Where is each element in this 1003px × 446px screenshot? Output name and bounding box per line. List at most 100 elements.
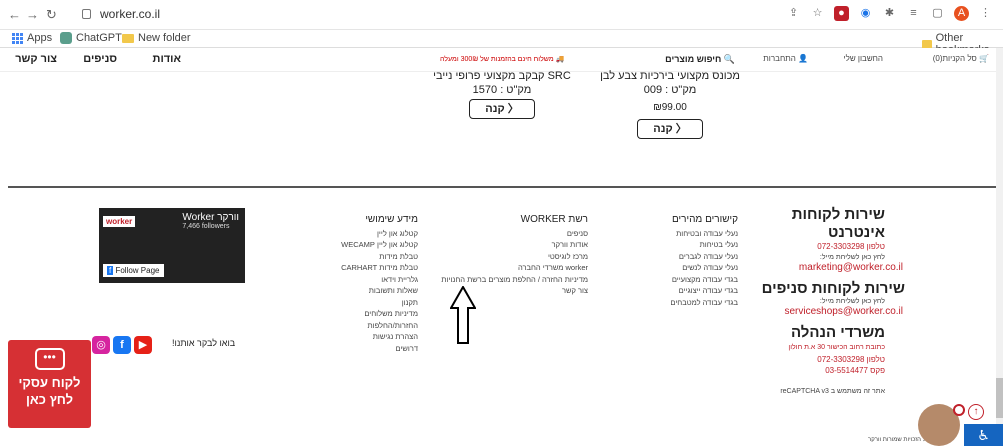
chatgpt-icon xyxy=(60,32,72,44)
nav-about[interactable]: אודות xyxy=(153,53,181,65)
notification-dot xyxy=(953,404,965,416)
facebook-followers: 7,466 followers xyxy=(182,223,230,230)
footer-link[interactable]: תקנון xyxy=(341,297,418,309)
office-fax: פקס 03-5514477 xyxy=(825,366,885,375)
footer-link[interactable]: קטלוג און ליין xyxy=(341,228,418,240)
footer-link[interactable]: בגדי עבודה מקצועיים xyxy=(670,274,738,286)
bookmark-new-folder[interactable]: New folder xyxy=(122,32,191,44)
worker-logo: worker xyxy=(103,216,136,227)
footer-link[interactable]: בגדי עבודה ייצוגיים xyxy=(670,285,738,297)
product-price: ₪99.00 xyxy=(653,102,687,113)
svc-branches-note: לחץ כאן לשליחת מייל: xyxy=(819,298,885,305)
footer-link[interactable]: נעלי בטיחות xyxy=(670,239,738,251)
footer-link[interactable]: קטלוג און ליין WECAMP xyxy=(341,239,418,251)
buy-button[interactable]: קנה 〉 xyxy=(469,99,535,119)
back-icon[interactable]: ← xyxy=(8,7,21,23)
login-label: התחברות xyxy=(763,54,796,63)
footer-link[interactable]: הצהרת נגישות xyxy=(341,331,418,343)
follow-page-button[interactable]: f Follow Page xyxy=(103,264,164,277)
footer-link[interactable]: נעלי עבודה ובטיחות xyxy=(670,228,738,240)
footer-link[interactable]: טבלת מידות CARHART xyxy=(341,262,418,274)
folder-icon xyxy=(122,33,134,43)
cart-label: סל הקניות(0) xyxy=(932,54,977,63)
scroll-top-icon[interactable]: ↑ xyxy=(968,404,984,420)
extension-icon-blue[interactable]: ◉ xyxy=(858,6,873,21)
network-column: רשת WORKER סניפים אודות וורקר מרכז לוגיס… xyxy=(441,214,588,297)
nav-contact[interactable]: צור קשר xyxy=(15,53,57,65)
url-text: worker.co.il xyxy=(100,7,161,21)
instagram-icon[interactable]: ◎ xyxy=(92,336,110,354)
bookmark-apps[interactable]: Apps xyxy=(12,32,52,44)
footer-link[interactable]: נעלי עבודה לגברים xyxy=(670,251,738,263)
forward-icon[interactable]: → xyxy=(26,7,39,23)
facebook-page-name: Worker וורקר xyxy=(182,212,239,223)
search-label: חיפוש מוצרים xyxy=(665,54,722,64)
bookmark-label: Apps xyxy=(27,32,53,44)
cart-link[interactable]: 🛒 סל הקניות(0) xyxy=(933,54,989,63)
reading-list-icon[interactable]: ≡ xyxy=(906,6,921,21)
extension-icon[interactable]: ● xyxy=(834,6,849,21)
product-sku: מק"ט : 009 xyxy=(643,84,697,96)
product-card: מכונס מקצועי בירכיות צבע לבן מק"ט : 009 … xyxy=(600,70,740,139)
svc-online-note: לחץ כאן לשליחת מייל: xyxy=(819,254,885,261)
footer-link[interactable]: גלריית וידאו xyxy=(341,274,418,286)
up-arrow-annotation xyxy=(450,286,476,344)
buy-label: קנה xyxy=(485,103,505,115)
business-customer-button[interactable]: ••• לקוח עסקי לחץ כאן xyxy=(8,340,91,428)
search-products[interactable]: 🔍 חיפוש מוצרים xyxy=(665,54,735,65)
business-customer-label: לקוח עסקי לחץ כאן xyxy=(18,375,81,407)
sidepanel-icon[interactable]: ▢ xyxy=(930,6,945,21)
product-sku: מק"ט : 1570 xyxy=(472,84,532,96)
share-icon[interactable]: ⇪ xyxy=(786,6,801,21)
footer-link[interactable]: נעלי עבודה לנשים xyxy=(670,262,738,274)
star-icon[interactable]: ☆ xyxy=(810,6,825,21)
svc-branches-email[interactable]: serviceshops@worker.co.il xyxy=(784,306,903,317)
accessibility-icon[interactable]: ♿ xyxy=(964,424,1003,446)
quick-links-column: קישורים מהירים נעלי עבודה ובטיחות נעלי ב… xyxy=(670,214,738,308)
facebook-page-info: Worker וורקר 7,466 followers xyxy=(182,212,239,230)
bookmarks-bar: Apps ChatGPT New folder Other bookmarks xyxy=(0,30,1003,56)
account-link[interactable]: החשבון שלי xyxy=(844,54,884,63)
puzzle-icon[interactable]: ✱ xyxy=(882,6,897,21)
office-address: כתובת רחוב הכישור 30 א.ת חולון xyxy=(788,344,885,351)
footer-link[interactable]: worker משרדי החברה xyxy=(441,262,588,274)
footer-link[interactable]: בגדי עבודה למטבחים xyxy=(670,297,738,309)
extension-icons: ⇪ ☆ ● ◉ ✱ ≡ ▢ A ⋮ xyxy=(786,6,993,21)
footer-link[interactable]: אודות וורקר xyxy=(441,239,588,251)
footer-link[interactable]: מדיניות החזרה / החלפת מוצרים ברשת החנויו… xyxy=(441,274,588,286)
bookmark-chatgpt[interactable]: ChatGPT xyxy=(60,32,122,44)
footer: שירות לקוחות אינטרנט טלפון 072-3303298 ל… xyxy=(0,188,1003,446)
info-title: מידע שימושי xyxy=(365,214,418,225)
recaptcha-notice: אתר זה משתמש ב reCAPTCHA v3 xyxy=(780,388,885,395)
footer-link[interactable]: שאלות ותשובות xyxy=(341,285,418,297)
svc-online-email[interactable]: marketing@worker.co.il xyxy=(799,262,903,273)
menu-icon[interactable]: ⋮ xyxy=(978,6,993,21)
profile-avatar[interactable]: A xyxy=(954,6,969,21)
quick-links-title: קישורים מהירים xyxy=(671,214,738,225)
svc-branches-title: שירות לקוחות סניפים xyxy=(761,280,905,297)
footer-link[interactable]: החזרות/החלפות xyxy=(341,320,418,332)
footer-link[interactable]: טבלת מידות xyxy=(341,251,418,263)
youtube-icon[interactable]: ▶ xyxy=(134,336,152,354)
lock-icon xyxy=(82,9,91,19)
footer-link[interactable]: סניפים xyxy=(441,228,588,240)
visit-us-text: בואו לבקר אותנו! xyxy=(172,338,236,348)
login-link[interactable]: 👤 התחברות xyxy=(763,54,808,63)
svc-online-title: שירות לקוחות אינטרנט xyxy=(791,206,885,241)
social-links: ◎ f ▶ xyxy=(92,336,152,354)
apps-icon xyxy=(12,32,23,44)
info-column: מידע שימושי קטלוג און ליין קטלוג און ליי… xyxy=(341,214,418,354)
nav-branches[interactable]: סניפים xyxy=(83,53,117,65)
facebook-widget[interactable]: worker Worker וורקר 7,466 followers f Fo… xyxy=(99,208,245,283)
office-phone: טלפון 072-3303298 xyxy=(817,355,885,364)
product-name: מכונס מקצועי בירכיות צבע לבן xyxy=(600,70,740,82)
product-name: קבקב מקצועי פרופי נייבי SRC xyxy=(433,70,571,82)
buy-button[interactable]: קנה 〉 xyxy=(637,119,703,139)
footer-link[interactable]: מרכז לוגיסטי xyxy=(441,251,588,263)
footer-link[interactable]: מדיניות משלוחים xyxy=(341,308,418,320)
reload-icon[interactable]: ↻ xyxy=(46,7,57,23)
chat-icon: ••• xyxy=(34,348,65,370)
scrollbar-thumb[interactable] xyxy=(996,378,1003,418)
facebook-icon[interactable]: f xyxy=(113,336,131,354)
footer-link[interactable]: דרושים xyxy=(341,343,418,355)
